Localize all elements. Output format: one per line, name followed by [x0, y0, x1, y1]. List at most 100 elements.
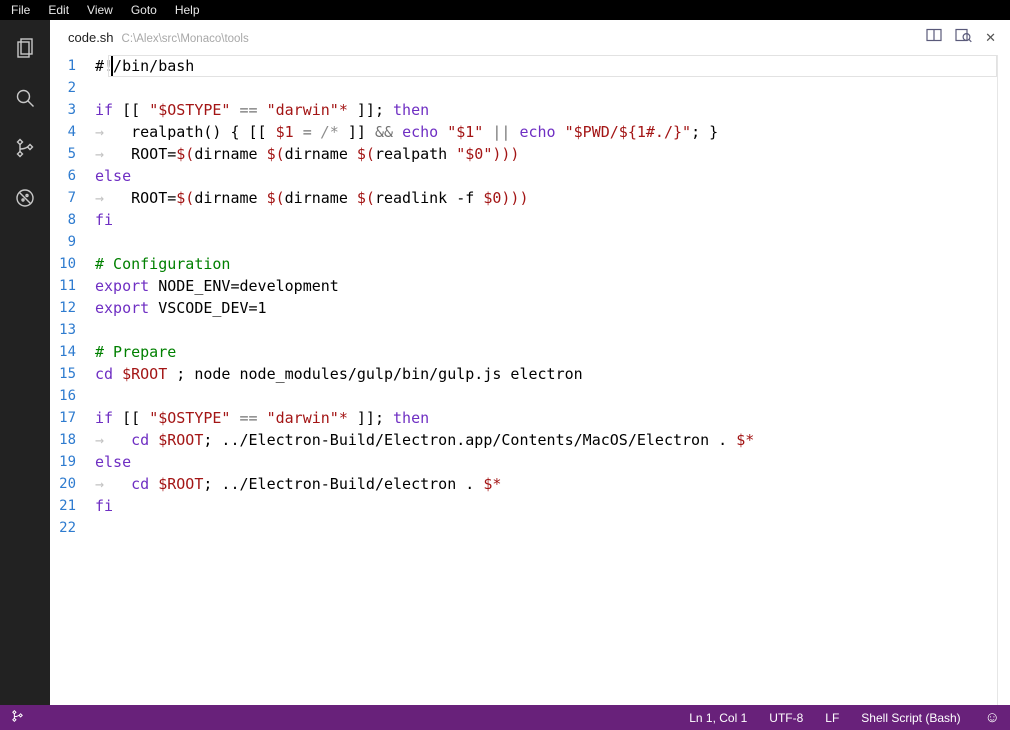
code-line[interactable]: 5 → ROOT=$(dirname $(dirname $(realpath "…: [50, 143, 1010, 165]
line-number: 19: [59, 454, 76, 470]
code-line[interactable]: 6 else: [50, 165, 1010, 187]
split-editor-button[interactable]: [926, 28, 942, 47]
line-content: export NODE_ENV=development: [95, 277, 339, 295]
code-line[interactable]: 11 export NODE_ENV=development: [50, 275, 1010, 297]
line-content: else: [95, 453, 132, 471]
search-icon: [16, 89, 34, 107]
line-number: 12: [59, 300, 76, 316]
line-number: 9: [67, 234, 76, 250]
activity-item-search[interactable]: [7, 80, 43, 116]
line-number: 10: [59, 256, 76, 272]
code-line[interactable]: 21 fi: [50, 495, 1010, 517]
activity-item-git[interactable]: [7, 130, 43, 166]
code-line[interactable]: 8 fi: [50, 209, 1010, 231]
line-content: [92, 517, 95, 539]
line-content: # Prepare: [95, 343, 177, 361]
status-cursor-position[interactable]: Ln 1, Col 1: [689, 711, 747, 725]
line-content: #!/bin/bash: [95, 57, 195, 75]
editor-actions: ✕: [926, 20, 996, 55]
line-content: [92, 77, 95, 99]
line-number: 16: [59, 388, 76, 404]
line-content: [92, 231, 95, 253]
line-number: 14: [59, 344, 76, 360]
line-number: 22: [59, 520, 76, 536]
close-icon: ✕: [985, 30, 996, 45]
tab-file-name: code.sh: [68, 30, 114, 45]
activity-bar: [0, 20, 50, 705]
code-line[interactable]: 16: [50, 385, 1010, 407]
status-right: Ln 1, Col 1 UTF-8 LF Shell Script (Bash) ☺: [689, 710, 1000, 725]
line-content: → ROOT=$(dirname $(dirname $(realpath "$…: [95, 145, 520, 163]
line-content: cd $ROOT ; node node_modules/gulp/bin/gu…: [95, 365, 583, 383]
code-line[interactable]: 9: [50, 231, 1010, 253]
line-number: 7: [67, 190, 76, 206]
status-encoding[interactable]: UTF-8: [769, 711, 803, 725]
files-icon: [17, 38, 33, 58]
line-number: 11: [59, 278, 76, 294]
line-content: # Configuration: [95, 255, 231, 273]
code-line[interactable]: 15 cd $ROOT ; node node_modules/gulp/bin/…: [50, 363, 1010, 385]
line-number: 5: [67, 146, 76, 162]
feedback-smiley-icon[interactable]: ☺: [985, 710, 1000, 725]
menu-item-edit[interactable]: Edit: [39, 0, 78, 20]
git-branch-status-button[interactable]: [10, 708, 25, 727]
code-lines: 1 #!/bin/bash 2 3 if [[ "$OSTYPE" == "darwin…: [50, 55, 1010, 539]
code-line[interactable]: 12 export VSCODE_DEV=1: [50, 297, 1010, 319]
no-debug-icon: [16, 189, 34, 207]
activity-item-explorer[interactable]: [7, 30, 43, 66]
code-line[interactable]: 10 # Configuration: [50, 253, 1010, 275]
code-line[interactable]: 20 → cd $ROOT; ../Electron-Build/electron…: [50, 473, 1010, 495]
preview-button[interactable]: [955, 28, 972, 48]
menu-item-view[interactable]: View: [78, 0, 122, 20]
line-number: 13: [59, 322, 76, 338]
line-number: 6: [67, 168, 76, 184]
code-line[interactable]: 18 → cd $ROOT; ../Electron-Build/Electron…: [50, 429, 1010, 451]
code-line[interactable]: 22: [50, 517, 1010, 539]
line-number: 15: [59, 366, 76, 382]
line-content: → ROOT=$(dirname $(dirname $(readlink -f…: [95, 189, 529, 207]
line-number: 4: [67, 124, 76, 140]
line-content: [92, 385, 95, 407]
line-number: 1: [67, 58, 76, 74]
code-line[interactable]: 13: [50, 319, 1010, 341]
tab-bar: code.sh C:\Alex\src\Monaco\tools ✕: [50, 20, 1010, 55]
menu-item-goto[interactable]: Goto: [122, 0, 166, 20]
status-left: [10, 708, 25, 727]
menu-items: File Edit View Goto Help: [2, 0, 209, 20]
code-line[interactable]: 14 # Prepare: [50, 341, 1010, 363]
line-content: else: [95, 167, 132, 185]
git-branch-icon: [16, 138, 34, 158]
text-cursor: [111, 56, 113, 76]
line-content: → realpath() { [[ $1 = /* ]] && echo "$1…: [95, 123, 719, 141]
code-line[interactable]: 19 else: [50, 451, 1010, 473]
line-number: 21: [59, 498, 76, 514]
line-content: if [[ "$OSTYPE" == "darwin"* ]]; then: [95, 409, 430, 427]
code-line[interactable]: 1 #!/bin/bash: [50, 55, 1010, 77]
status-language-mode[interactable]: Shell Script (Bash): [861, 711, 960, 725]
line-number: 2: [67, 80, 76, 96]
line-content: export VSCODE_DEV=1: [95, 299, 267, 317]
status-eol-indicator[interactable]: LF: [825, 711, 839, 725]
code-line[interactable]: 7 → ROOT=$(dirname $(dirname $(readlink -…: [50, 187, 1010, 209]
line-content: → cd $ROOT; ../Electron-Build/Electron.a…: [95, 431, 755, 449]
line-content: → cd $ROOT; ../Electron-Build/electron .…: [95, 475, 502, 493]
editor-group: code.sh C:\Alex\src\Monaco\tools ✕ 1 #!/…: [50, 20, 1010, 705]
git-branch-icon: [12, 709, 23, 723]
line-content: if [[ "$OSTYPE" == "darwin"* ]]; then: [95, 101, 430, 119]
menu-item-file[interactable]: File: [2, 0, 39, 20]
activity-item-debug[interactable]: [7, 180, 43, 216]
menu-item-help[interactable]: Help: [166, 0, 209, 20]
scrollbar-track[interactable]: [997, 55, 998, 705]
tab-code-sh[interactable]: code.sh C:\Alex\src\Monaco\tools: [68, 30, 249, 45]
line-number: 20: [59, 476, 76, 492]
code-line[interactable]: 17 if [[ "$OSTYPE" == "darwin"* ]]; then: [50, 407, 1010, 429]
line-content: [92, 319, 95, 341]
status-bar: Ln 1, Col 1 UTF-8 LF Shell Script (Bash) ☺: [0, 705, 1010, 730]
preview-icon: [955, 28, 972, 42]
code-line[interactable]: 4 → realpath() { [[ $1 = /* ]] && echo "$…: [50, 121, 1010, 143]
code-line[interactable]: 3 if [[ "$OSTYPE" == "darwin"* ]]; then: [50, 99, 1010, 121]
line-number: 17: [59, 410, 76, 426]
close-button[interactable]: ✕: [985, 31, 996, 44]
code-editor[interactable]: 1 #!/bin/bash 2 3 if [[ "$OSTYPE" == "darwin…: [50, 55, 1010, 705]
code-line[interactable]: 2: [50, 77, 1010, 99]
